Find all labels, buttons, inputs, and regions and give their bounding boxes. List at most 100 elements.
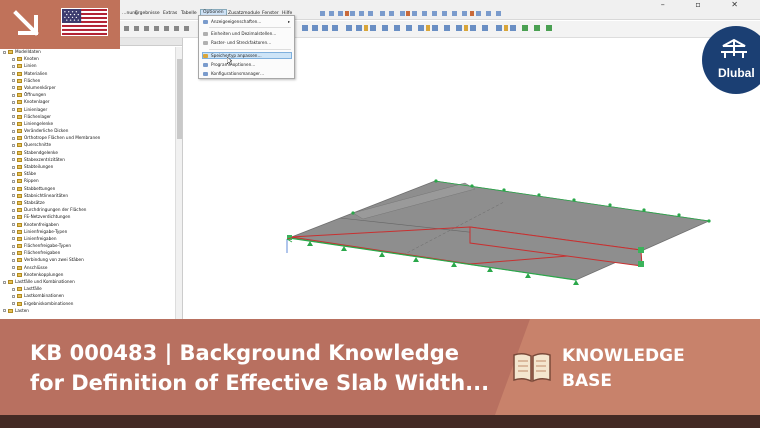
- navigator-tree-item[interactable]: Linien: [0, 62, 174, 69]
- navigator-tree-item[interactable]: Knotenlager: [0, 98, 174, 105]
- navigator-tree-item[interactable]: Volumenkörper: [0, 84, 174, 91]
- expand-toggle-icon[interactable]: [12, 79, 15, 83]
- navigator-tree-item[interactable]: Lastfälle und Kombinationen: [0, 278, 174, 285]
- navigator-tree-item[interactable]: Rippen: [0, 177, 174, 184]
- memory-icon: [203, 54, 208, 58]
- expand-toggle-icon[interactable]: [12, 93, 15, 97]
- expand-toggle-icon[interactable]: [12, 215, 15, 219]
- folder-icon: [17, 165, 22, 169]
- expand-toggle-icon[interactable]: [12, 143, 15, 147]
- expand-toggle-icon[interactable]: [12, 115, 15, 119]
- navigator-tree-item[interactable]: Querschnitte: [0, 141, 174, 148]
- model-viewport[interactable]: [184, 38, 760, 319]
- navigator-tree-item[interactable]: Stabendgelenke: [0, 149, 174, 156]
- expand-toggle-icon[interactable]: [12, 179, 15, 183]
- navigator-tree-item[interactable]: Verbindung von zwei Stäben: [0, 256, 174, 263]
- navigator-tree-item[interactable]: Knotenfreigaben: [0, 221, 174, 228]
- navigator-tree-item[interactable]: Flächenfreigaben: [0, 249, 174, 256]
- expand-toggle-icon[interactable]: [12, 158, 15, 162]
- navigator-tree-item[interactable]: Lastfälle: [0, 285, 174, 292]
- expand-toggle-icon[interactable]: [12, 223, 15, 226]
- navigator-tree-item[interactable]: Linienfreigaben: [0, 235, 174, 242]
- menu-grid-factors[interactable]: Raster- und Streckfaktoren…: [211, 40, 271, 45]
- navigator-tree-item[interactable]: Flächenlager: [0, 113, 174, 120]
- expand-toggle-icon[interactable]: [12, 194, 15, 198]
- expand-toggle-icon[interactable]: [12, 244, 15, 248]
- navigator-tree-item[interactable]: Flächenfreigabe-Typen: [0, 242, 174, 249]
- toolbar-icon: [464, 25, 468, 31]
- navigator-tree-item[interactable]: Liniengelenke: [0, 120, 174, 127]
- navigator-tree-item[interactable]: Durchdringungen der Flächen: [0, 206, 174, 213]
- menu-program-options[interactable]: Programmoptionen…: [211, 62, 255, 67]
- navigator-tree-item[interactable]: Flächen: [0, 77, 174, 84]
- expand-toggle-icon[interactable]: [12, 266, 15, 270]
- navigator-tree-item[interactable]: Anschlüsse: [0, 264, 174, 271]
- menu-separator: [209, 49, 291, 50]
- expand-toggle-icon[interactable]: [12, 108, 15, 111]
- support-marker: [572, 198, 576, 202]
- expand-toggle-icon[interactable]: [12, 100, 15, 104]
- navigator-tree-item[interactable]: Linienfreigabe-Typen: [0, 228, 174, 235]
- model-3d-view[interactable]: [184, 38, 760, 319]
- navigator-tree-item[interactable]: Lasten: [0, 307, 174, 314]
- expand-toggle-icon[interactable]: [12, 294, 15, 298]
- navigator-tree-item[interactable]: Knoten: [0, 55, 174, 62]
- navigator-tree-item[interactable]: Knotenkopplungen: [0, 271, 174, 278]
- expand-toggle-icon[interactable]: [12, 237, 15, 241]
- expand-toggle-icon[interactable]: [12, 302, 15, 306]
- navigator-tree-label: Volumenkörper: [24, 84, 56, 90]
- expand-toggle-icon[interactable]: [12, 72, 15, 76]
- navigator-tree-label: Materialien: [24, 70, 48, 76]
- folder-icon: [17, 114, 22, 119]
- expand-toggle-icon[interactable]: [3, 280, 6, 284]
- expand-toggle-icon[interactable]: [12, 151, 15, 155]
- expand-toggle-icon[interactable]: [12, 201, 15, 205]
- expand-toggle-icon[interactable]: [3, 50, 6, 54]
- navigator-tree-item[interactable]: Stabbettungen: [0, 185, 174, 192]
- expand-toggle-icon[interactable]: [12, 251, 15, 255]
- navigator-tree-item[interactable]: Modelldaten: [0, 48, 174, 55]
- expand-toggle-icon[interactable]: [12, 287, 15, 291]
- navigator-tree-item[interactable]: Orthotrope Flächen und Membranen: [0, 134, 174, 141]
- navigator-tree-item[interactable]: Öffnungen: [0, 91, 174, 98]
- expand-toggle-icon[interactable]: [12, 172, 15, 176]
- navigator-tree-item[interactable]: Materialien: [0, 70, 174, 77]
- navigator-scrollbar[interactable]: [175, 47, 182, 319]
- expand-toggle-icon[interactable]: [3, 309, 6, 313]
- expand-toggle-icon[interactable]: [12, 57, 15, 61]
- scrollbar-thumb[interactable]: [177, 59, 182, 139]
- expand-toggle-icon[interactable]: [12, 208, 15, 212]
- toolbar-icon: [312, 25, 318, 31]
- navigator-tree-item[interactable]: Ergebniskombinationen: [0, 300, 174, 307]
- navigator-tree-item[interactable]: Stabsätze: [0, 199, 174, 206]
- expand-toggle-icon[interactable]: [12, 64, 15, 68]
- menu-display-properties[interactable]: Anzeigeeigenschaften…: [211, 19, 261, 24]
- expand-toggle-icon[interactable]: [12, 273, 15, 277]
- menu-configuration-manager[interactable]: Konfigurationsmanager…: [211, 71, 264, 76]
- node-marker: [638, 247, 644, 253]
- navigator-tree-item[interactable]: Stabteilungen: [0, 163, 174, 170]
- expand-toggle-icon[interactable]: [12, 187, 15, 191]
- navigator-tree-item[interactable]: Stabnichtlinearitäten: [0, 192, 174, 199]
- menu-units-decimals[interactable]: Einheiten und Dezimalstellen…: [211, 31, 276, 36]
- navigator-tree-label: Stabsätze: [24, 199, 45, 205]
- toolbar-icon: [124, 26, 129, 31]
- expand-toggle-icon[interactable]: [12, 136, 15, 140]
- navigator-tree-label: Stabteilungen: [24, 164, 54, 169]
- expand-toggle-icon[interactable]: [12, 86, 15, 90]
- expand-toggle-icon[interactable]: [12, 129, 15, 133]
- navigator-tree-item[interactable]: Stäbe: [0, 170, 174, 177]
- navigator-tree-item[interactable]: FE-Netzverdichtungen: [0, 213, 174, 220]
- expand-toggle-icon[interactable]: [12, 122, 15, 126]
- expand-toggle-icon[interactable]: [12, 165, 15, 169]
- navigator-tree-item[interactable]: Lastkombinationen: [0, 292, 174, 299]
- article-title: KB 000483 | Background Knowledge for Def…: [30, 338, 500, 398]
- toolbar-icon: [370, 25, 376, 31]
- expand-toggle-icon[interactable]: [12, 258, 15, 262]
- folder-icon: [17, 287, 22, 292]
- navigator-tree-item[interactable]: Stabexzentrizitäten: [0, 156, 174, 163]
- menu-memory-type[interactable]: Speichertyp anpassen…: [202, 52, 292, 59]
- navigator-tree-item[interactable]: Veränderliche Dicken: [0, 127, 174, 134]
- navigator-tree-item[interactable]: Linienlager: [0, 106, 174, 113]
- expand-toggle-icon[interactable]: [12, 230, 15, 234]
